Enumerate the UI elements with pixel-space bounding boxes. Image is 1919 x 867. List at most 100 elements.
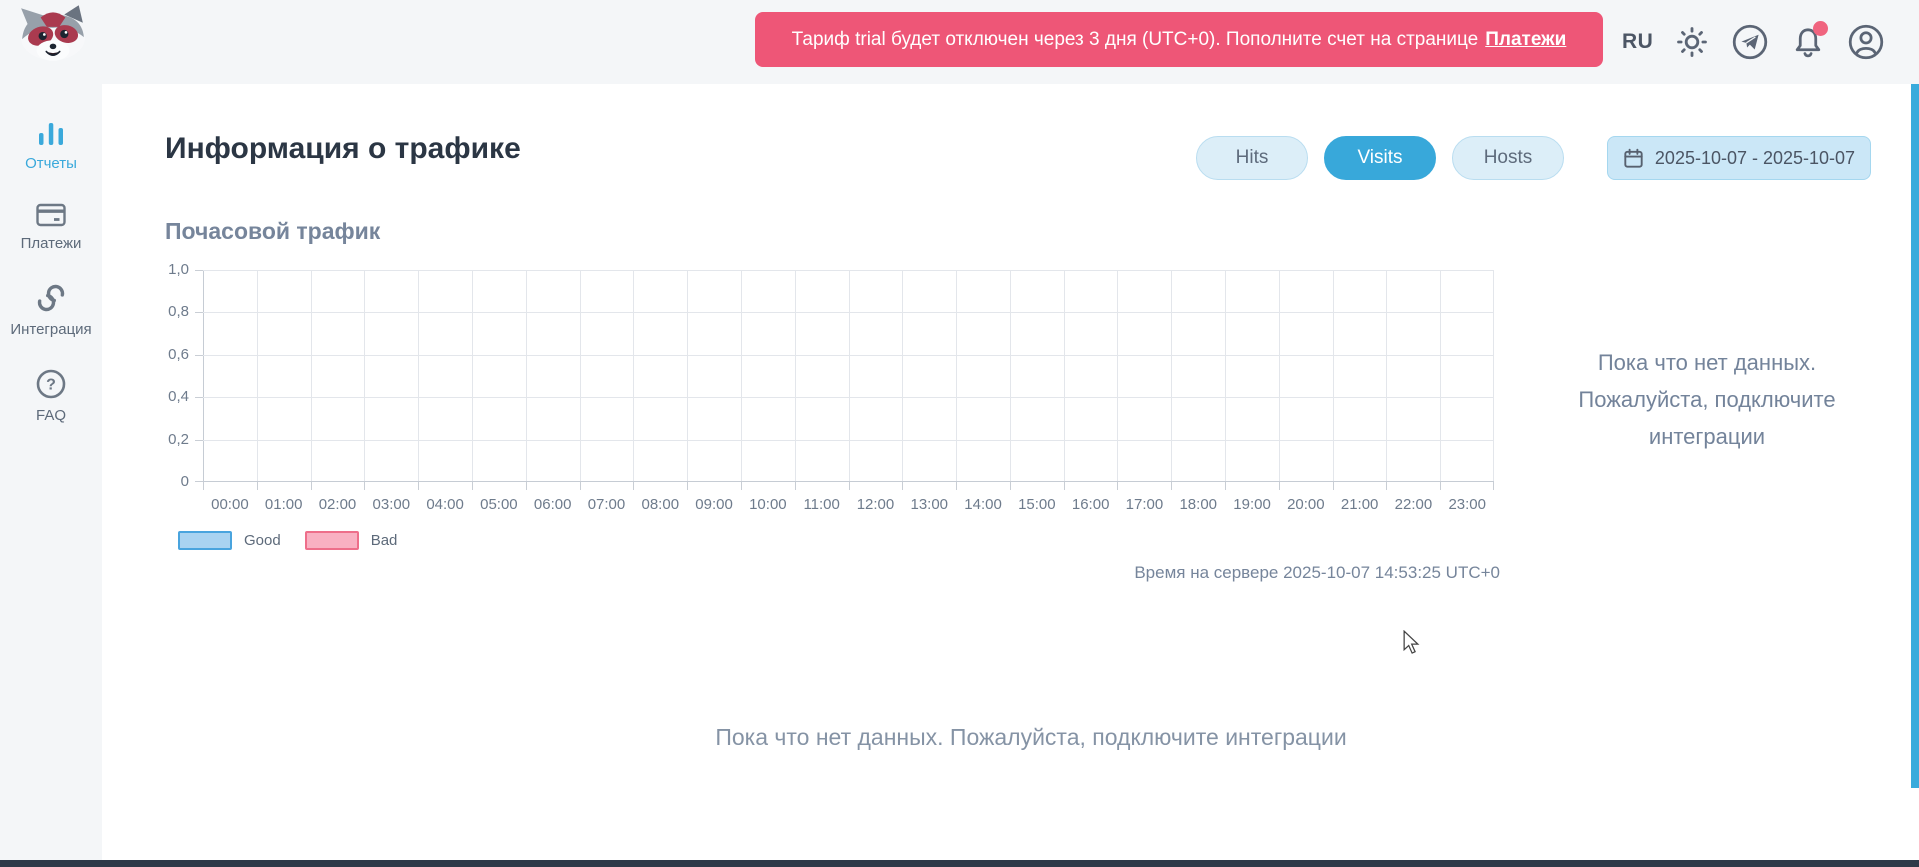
x-axis-label: 07:00 — [580, 496, 634, 513]
x-axis-label: 08:00 — [633, 496, 687, 513]
gridline-vertical — [1171, 270, 1172, 482]
x-axis-tick — [418, 482, 419, 490]
sidebar-item-faq[interactable]: ? FAQ — [35, 368, 67, 424]
tab-visits[interactable]: Visits — [1324, 136, 1436, 180]
x-axis-tick — [687, 482, 688, 490]
gridline-vertical — [580, 270, 581, 482]
language-switcher[interactable]: RU — [1622, 30, 1653, 54]
bar-chart-icon — [36, 120, 66, 148]
sidebar-item-label: FAQ — [36, 407, 66, 424]
gridline-vertical — [526, 270, 527, 482]
x-axis-tick — [1493, 482, 1494, 490]
x-axis-tick — [633, 482, 634, 490]
sidebar-item-label: Платежи — [21, 235, 82, 252]
app-logo[interactable] — [18, 4, 88, 62]
x-axis-label: 20:00 — [1279, 496, 1333, 513]
gridline-vertical — [1493, 270, 1494, 482]
x-axis-label: 23:00 — [1440, 496, 1494, 513]
y-axis-tick — [195, 270, 203, 271]
y-axis-label: 0,8 — [139, 303, 189, 321]
gridline-vertical — [741, 270, 742, 482]
x-axis-label: 04:00 — [418, 496, 472, 513]
x-axis-tick — [311, 482, 312, 490]
x-axis-tick — [257, 482, 258, 490]
header-actions: RU — [1622, 0, 1885, 84]
server-time: Время на сервере 2025-10-07 14:53:25 UTC… — [1100, 563, 1500, 583]
chart-plot: 1,00,80,60,40,20 — [203, 270, 1494, 482]
link-icon — [35, 282, 67, 314]
x-axis-tick — [364, 482, 365, 490]
x-axis-label: 06:00 — [526, 496, 580, 513]
y-axis-label: 0,2 — [139, 431, 189, 449]
section-title: Почасовой трафик — [165, 218, 380, 245]
sidebar-item-label: Интеграция — [10, 321, 91, 338]
x-axis-tick — [1386, 482, 1387, 490]
chart-legend: Good Bad — [178, 531, 397, 550]
notifications-button[interactable] — [1789, 23, 1827, 61]
x-axis-tick — [1010, 482, 1011, 490]
calendar-icon — [1623, 148, 1644, 169]
x-axis-label: 03:00 — [364, 496, 418, 513]
x-axis-label: 22:00 — [1387, 496, 1441, 513]
gridline-horizontal — [203, 481, 1494, 482]
profile-icon — [1848, 24, 1884, 60]
x-axis-label: 17:00 — [1118, 496, 1172, 513]
gridline-vertical — [1117, 270, 1118, 482]
svg-text:?: ? — [46, 377, 56, 394]
x-axis-tick — [1064, 482, 1065, 490]
gridline-horizontal — [203, 397, 1494, 398]
gridline-vertical — [1225, 270, 1226, 482]
tab-hosts[interactable]: Hosts — [1452, 136, 1564, 180]
x-axis-label: 11:00 — [795, 496, 849, 513]
x-axis-label: 16:00 — [1064, 496, 1118, 513]
bottom-bar — [0, 860, 1919, 867]
payments-link[interactable]: Платежи — [1485, 29, 1566, 51]
theme-toggle-button[interactable] — [1673, 23, 1711, 61]
x-axis-tick — [526, 482, 527, 490]
sidebar-item-payments[interactable]: Платежи — [21, 202, 82, 252]
app-window: Тариф trial будет отключен через 3 дня (… — [0, 0, 1919, 867]
x-axis-tick — [1333, 482, 1334, 490]
x-axis-labels: 00:0001:0002:0003:0004:0005:0006:0007:00… — [203, 496, 1494, 513]
profile-button[interactable] — [1847, 23, 1885, 61]
gridline-vertical — [418, 270, 419, 482]
x-axis-tick — [1440, 482, 1441, 490]
gridline-horizontal — [203, 312, 1494, 313]
gridline-vertical — [1010, 270, 1011, 482]
x-axis-tick — [472, 482, 473, 490]
gridline-vertical — [1440, 270, 1441, 482]
x-axis-tick — [1279, 482, 1280, 490]
topbar: Тариф trial будет отключен через 3 дня (… — [0, 0, 1919, 84]
gridline-vertical — [633, 270, 634, 482]
gridline-vertical — [203, 270, 204, 482]
no-data-side-message: Пока что нет данных. Пожалуйста, подключ… — [1557, 344, 1857, 455]
legend-item-good[interactable]: Good — [178, 531, 281, 550]
gridline-vertical — [849, 270, 850, 482]
legend-label: Good — [244, 532, 281, 549]
legend-label: Bad — [371, 532, 398, 549]
x-axis-label: 02:00 — [311, 496, 365, 513]
x-axis-tick — [1171, 482, 1172, 490]
telegram-button[interactable] — [1731, 23, 1769, 61]
x-axis-label: 12:00 — [849, 496, 903, 513]
gridline-horizontal — [203, 270, 1494, 271]
gridline-vertical — [902, 270, 903, 482]
main-content: Информация о трафике Hits Visits Hosts 2… — [102, 84, 1911, 860]
y-axis-tick — [195, 312, 203, 313]
date-range-picker[interactable]: 2025-10-07 - 2025-10-07 — [1607, 136, 1871, 180]
legend-item-bad[interactable]: Bad — [305, 531, 398, 550]
y-axis-label: 0,6 — [139, 346, 189, 364]
gridline-vertical — [1333, 270, 1334, 482]
gridline-vertical — [1386, 270, 1387, 482]
x-axis-tick — [1225, 482, 1226, 490]
sidebar-item-label: Отчеты — [25, 155, 77, 172]
x-axis-label: 05:00 — [472, 496, 526, 513]
sidebar-item-reports[interactable]: Отчеты — [25, 120, 77, 172]
sidebar-item-integration[interactable]: Интеграция — [10, 282, 91, 338]
vertical-scrollbar[interactable] — [1911, 84, 1919, 788]
gridline-vertical — [257, 270, 258, 482]
question-circle-icon: ? — [35, 368, 67, 400]
gridline-vertical — [687, 270, 688, 482]
trial-warning-text: Тариф trial будет отключен через 3 дня (… — [792, 29, 1479, 51]
tab-hits[interactable]: Hits — [1196, 136, 1308, 180]
